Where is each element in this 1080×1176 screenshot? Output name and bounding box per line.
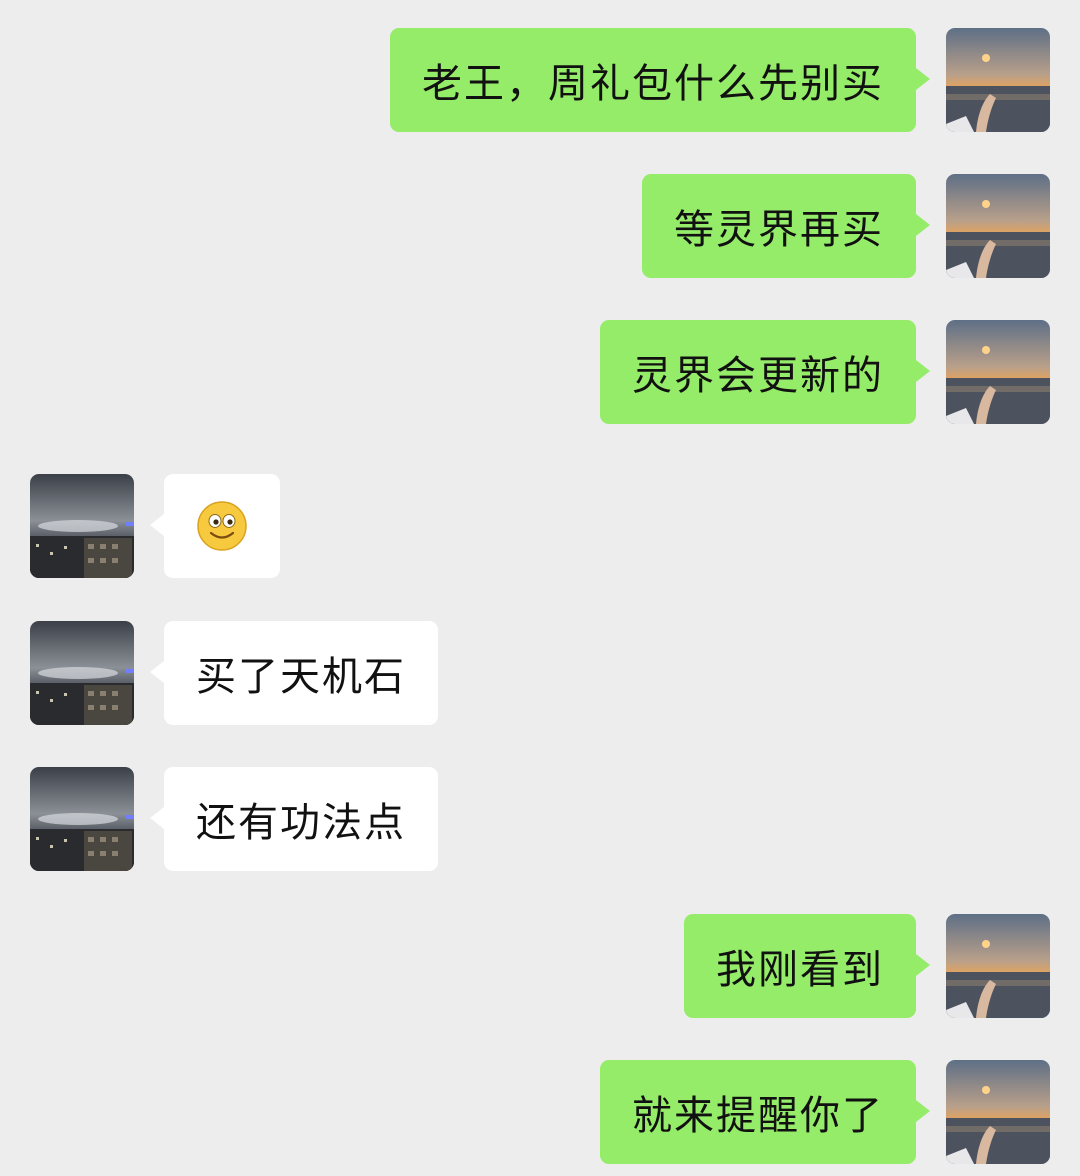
chat-message-list: 老王，周礼包什么先别买 等灵界再买 灵界会更新的 买了天机石 还有功法点 我刚看…: [0, 0, 1080, 1176]
night-city-avatar-image: [30, 474, 134, 578]
night-city-avatar-image: [30, 621, 134, 725]
message-row-outgoing: 老王，周礼包什么先别买: [0, 28, 1080, 132]
contact-avatar[interactable]: [30, 621, 134, 725]
sunset-avatar-image: [946, 320, 1050, 424]
message-bubble-incoming[interactable]: 买了天机石: [150, 621, 438, 725]
sunset-avatar-image: [946, 1060, 1050, 1164]
message-bubble-outgoing[interactable]: 灵界会更新的: [600, 320, 930, 424]
message-row-outgoing: 就来提醒你了: [0, 1060, 1080, 1164]
sender-avatar[interactable]: [946, 28, 1050, 132]
sender-avatar[interactable]: [946, 1060, 1050, 1164]
sunset-avatar-image: [946, 174, 1050, 278]
message-bubble-incoming[interactable]: [150, 474, 280, 578]
message-bubble-outgoing[interactable]: 我刚看到: [684, 914, 930, 1018]
sunset-avatar-image: [946, 28, 1050, 132]
message-row-incoming: 还有功法点: [0, 767, 1080, 871]
message-row-incoming: 买了天机石: [0, 621, 1080, 725]
sunset-avatar-image: [946, 914, 1050, 1018]
sender-avatar[interactable]: [946, 914, 1050, 1018]
message-bubble-outgoing[interactable]: 老王，周礼包什么先别买: [390, 28, 930, 132]
night-city-avatar-image: [30, 767, 134, 871]
sender-avatar[interactable]: [946, 320, 1050, 424]
message-row-outgoing: 等灵界再买: [0, 174, 1080, 278]
message-bubble-incoming[interactable]: 还有功法点: [150, 767, 438, 871]
contact-avatar[interactable]: [30, 767, 134, 871]
smile-emoji-icon: [197, 501, 247, 551]
message-bubble-outgoing[interactable]: 等灵界再买: [642, 174, 930, 278]
sender-avatar[interactable]: [946, 174, 1050, 278]
message-row-incoming: [0, 474, 1080, 578]
contact-avatar[interactable]: [30, 474, 134, 578]
message-bubble-outgoing[interactable]: 就来提醒你了: [600, 1060, 930, 1164]
message-row-outgoing: 灵界会更新的: [0, 320, 1080, 424]
message-row-outgoing: 我刚看到: [0, 914, 1080, 1018]
